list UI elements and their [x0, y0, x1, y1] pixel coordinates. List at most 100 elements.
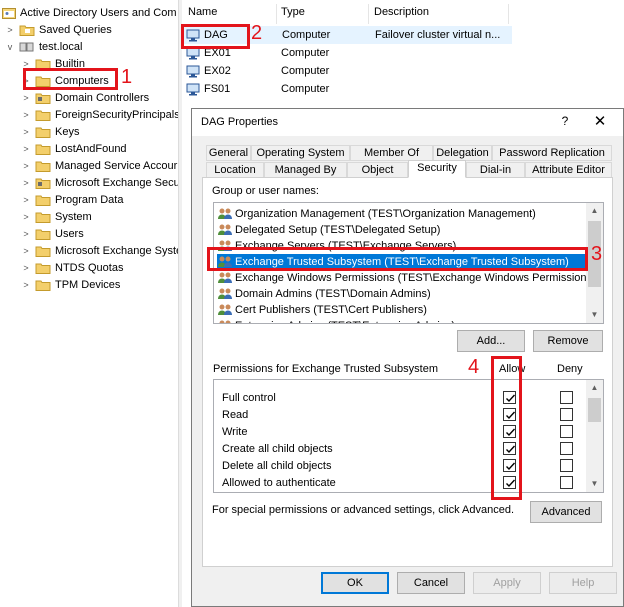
group-list-item[interactable]: Delegated Setup (TEST\Delegated Setup)	[217, 222, 440, 238]
folder-icon	[35, 262, 51, 274]
column-divider[interactable]	[508, 4, 509, 24]
folder-icon	[35, 194, 51, 206]
remove-button[interactable]: Remove	[533, 330, 603, 352]
tree-item-label: Users	[55, 227, 84, 240]
deny-checkbox[interactable]	[560, 425, 573, 438]
chevron-right-icon[interactable]: >	[21, 229, 31, 239]
chevron-right-icon[interactable]: >	[21, 127, 31, 137]
annotation-box-dag	[181, 24, 250, 49]
tab-member-of[interactable]: Member Of	[350, 145, 433, 161]
permission-row: Write	[222, 423, 582, 440]
scroll-up-icon[interactable]: ▲	[586, 203, 603, 219]
column-header-type[interactable]: Type	[281, 6, 305, 24]
tree-item[interactable]: > LostAndFound	[21, 140, 127, 157]
group-name-label: Organization Management (TEST\Organizati…	[235, 208, 536, 220]
list-row-fs01[interactable]: FS01 Computer	[182, 80, 512, 98]
close-icon[interactable]: ✕	[592, 112, 608, 130]
tab-password-replication[interactable]: Password Replication	[492, 145, 612, 161]
tab-object[interactable]: Object	[347, 162, 408, 178]
tab-general[interactable]: General	[206, 145, 251, 161]
tree-item-label: test.local	[39, 40, 83, 53]
column-header-name[interactable]: Name	[188, 6, 217, 24]
chevron-right-icon[interactable]: >	[21, 280, 31, 290]
group-name-label: Enterprise Admins (TEST\Enterprise Admin…	[235, 320, 455, 323]
scroll-up-icon[interactable]: ▲	[586, 380, 603, 396]
group-list-item[interactable]: Exchange Windows Permissions (TEST\Excha…	[217, 270, 596, 286]
group-list-item[interactable]: Domain Admins (TEST\Domain Admins)	[217, 286, 431, 302]
scroll-down-icon[interactable]: ▼	[586, 307, 603, 323]
cancel-button[interactable]: Cancel	[397, 572, 465, 594]
chevron-right-icon[interactable]: >	[21, 93, 31, 103]
permission-row: Full control	[222, 389, 582, 406]
chevron-right-icon[interactable]: >	[21, 59, 31, 69]
tab-dial-in[interactable]: Dial-in	[466, 162, 525, 178]
tree-item[interactable]: > NTDS Quotas	[21, 259, 123, 276]
chevron-right-icon[interactable]: >	[21, 195, 31, 205]
tab-location[interactable]: Location	[206, 162, 264, 178]
deny-checkbox[interactable]	[560, 459, 573, 472]
tree-root[interactable]: Active Directory Users and Com	[2, 4, 177, 21]
tree-item[interactable]: > System	[21, 208, 92, 225]
help-button[interactable]: Help	[549, 572, 617, 594]
ok-button[interactable]: OK	[321, 572, 389, 594]
folder-icon	[35, 109, 51, 121]
computer-icon	[186, 83, 200, 96]
computer-icon	[186, 65, 200, 78]
chevron-right-icon[interactable]: >	[21, 161, 31, 171]
chevron-right-icon[interactable]: >	[5, 25, 15, 35]
chevron-right-icon[interactable]: >	[21, 110, 31, 120]
advanced-button[interactable]: Advanced	[530, 501, 602, 523]
tab-attribute-editor[interactable]: Attribute Editor	[525, 162, 612, 178]
chevron-right-icon[interactable]: >	[21, 246, 31, 256]
group-list-item[interactable]: Cert Publishers (TEST\Cert Publishers)	[217, 302, 427, 318]
tab-operating-system[interactable]: Operating System	[251, 145, 350, 161]
chevron-right-icon[interactable]: >	[21, 263, 31, 273]
tree-item[interactable]: > Users	[21, 225, 84, 242]
tab-security[interactable]: Security	[408, 160, 466, 178]
permission-row: Delete all child objects	[222, 457, 582, 474]
tree-item[interactable]: > TPM Devices	[21, 276, 120, 293]
deny-checkbox[interactable]	[560, 476, 573, 489]
tree-item[interactable]: > Program Data	[21, 191, 123, 208]
chevron-right-icon[interactable]: >	[21, 178, 31, 188]
tree-item[interactable]: > Microsoft Exchange Secu	[21, 174, 178, 191]
user-group-icon	[217, 207, 233, 221]
column-divider[interactable]	[368, 4, 369, 24]
user-group-icon	[217, 287, 233, 301]
tree-item[interactable]: > Microsoft Exchange Syste	[21, 242, 178, 259]
tree-item-label: Saved Queries	[39, 23, 112, 36]
list-row-ex02[interactable]: EX02 Computer	[182, 62, 512, 80]
tab-delegation[interactable]: Delegation	[433, 145, 492, 161]
deny-checkbox[interactable]	[560, 391, 573, 404]
scroll-thumb[interactable]	[588, 398, 601, 422]
column-divider[interactable]	[276, 4, 277, 24]
group-list-item[interactable]: Organization Management (TEST\Organizati…	[217, 206, 536, 222]
tree-item[interactable]: v test.local	[5, 38, 83, 55]
saved-queries-icon	[19, 24, 35, 36]
deny-checkbox[interactable]	[560, 408, 573, 421]
tab-managed-by[interactable]: Managed By	[264, 162, 347, 178]
permissions-list[interactable]: Full control Read Write Create all child ob…	[213, 379, 604, 493]
tree-item[interactable]: > Domain Controllers	[21, 89, 149, 106]
tree-item-label: Managed Service Accour	[55, 159, 178, 172]
column-header-description[interactable]: Description	[374, 6, 429, 24]
apply-button[interactable]: Apply	[473, 572, 541, 594]
scroll-down-icon[interactable]: ▼	[586, 476, 603, 492]
chevron-right-icon[interactable]: >	[21, 144, 31, 154]
deny-checkbox[interactable]	[560, 442, 573, 455]
permission-row: Change password	[222, 491, 582, 492]
tree-item-label: ForeignSecurityPrincipals	[55, 108, 178, 121]
add-button[interactable]: Add...	[457, 330, 525, 352]
chevron-right-icon[interactable]: >	[21, 212, 31, 222]
tree-item[interactable]: > Keys	[21, 123, 79, 140]
folder-icon	[35, 211, 51, 223]
permission-label: Delete all child objects	[222, 459, 332, 472]
tree-item[interactable]: > Saved Queries	[5, 21, 112, 38]
permissions-scrollbar[interactable]: ▲ ▼	[586, 380, 603, 492]
tree-item[interactable]: > Managed Service Accour	[21, 157, 177, 174]
tree-item[interactable]: > ForeignSecurityPrincipals	[21, 106, 178, 123]
group-list-item[interactable]: Enterprise Admins (TEST\Enterprise Admin…	[217, 318, 455, 323]
chevron-down-icon[interactable]: v	[5, 42, 15, 52]
help-icon[interactable]: ?	[558, 114, 572, 128]
folder-icon	[35, 279, 51, 291]
